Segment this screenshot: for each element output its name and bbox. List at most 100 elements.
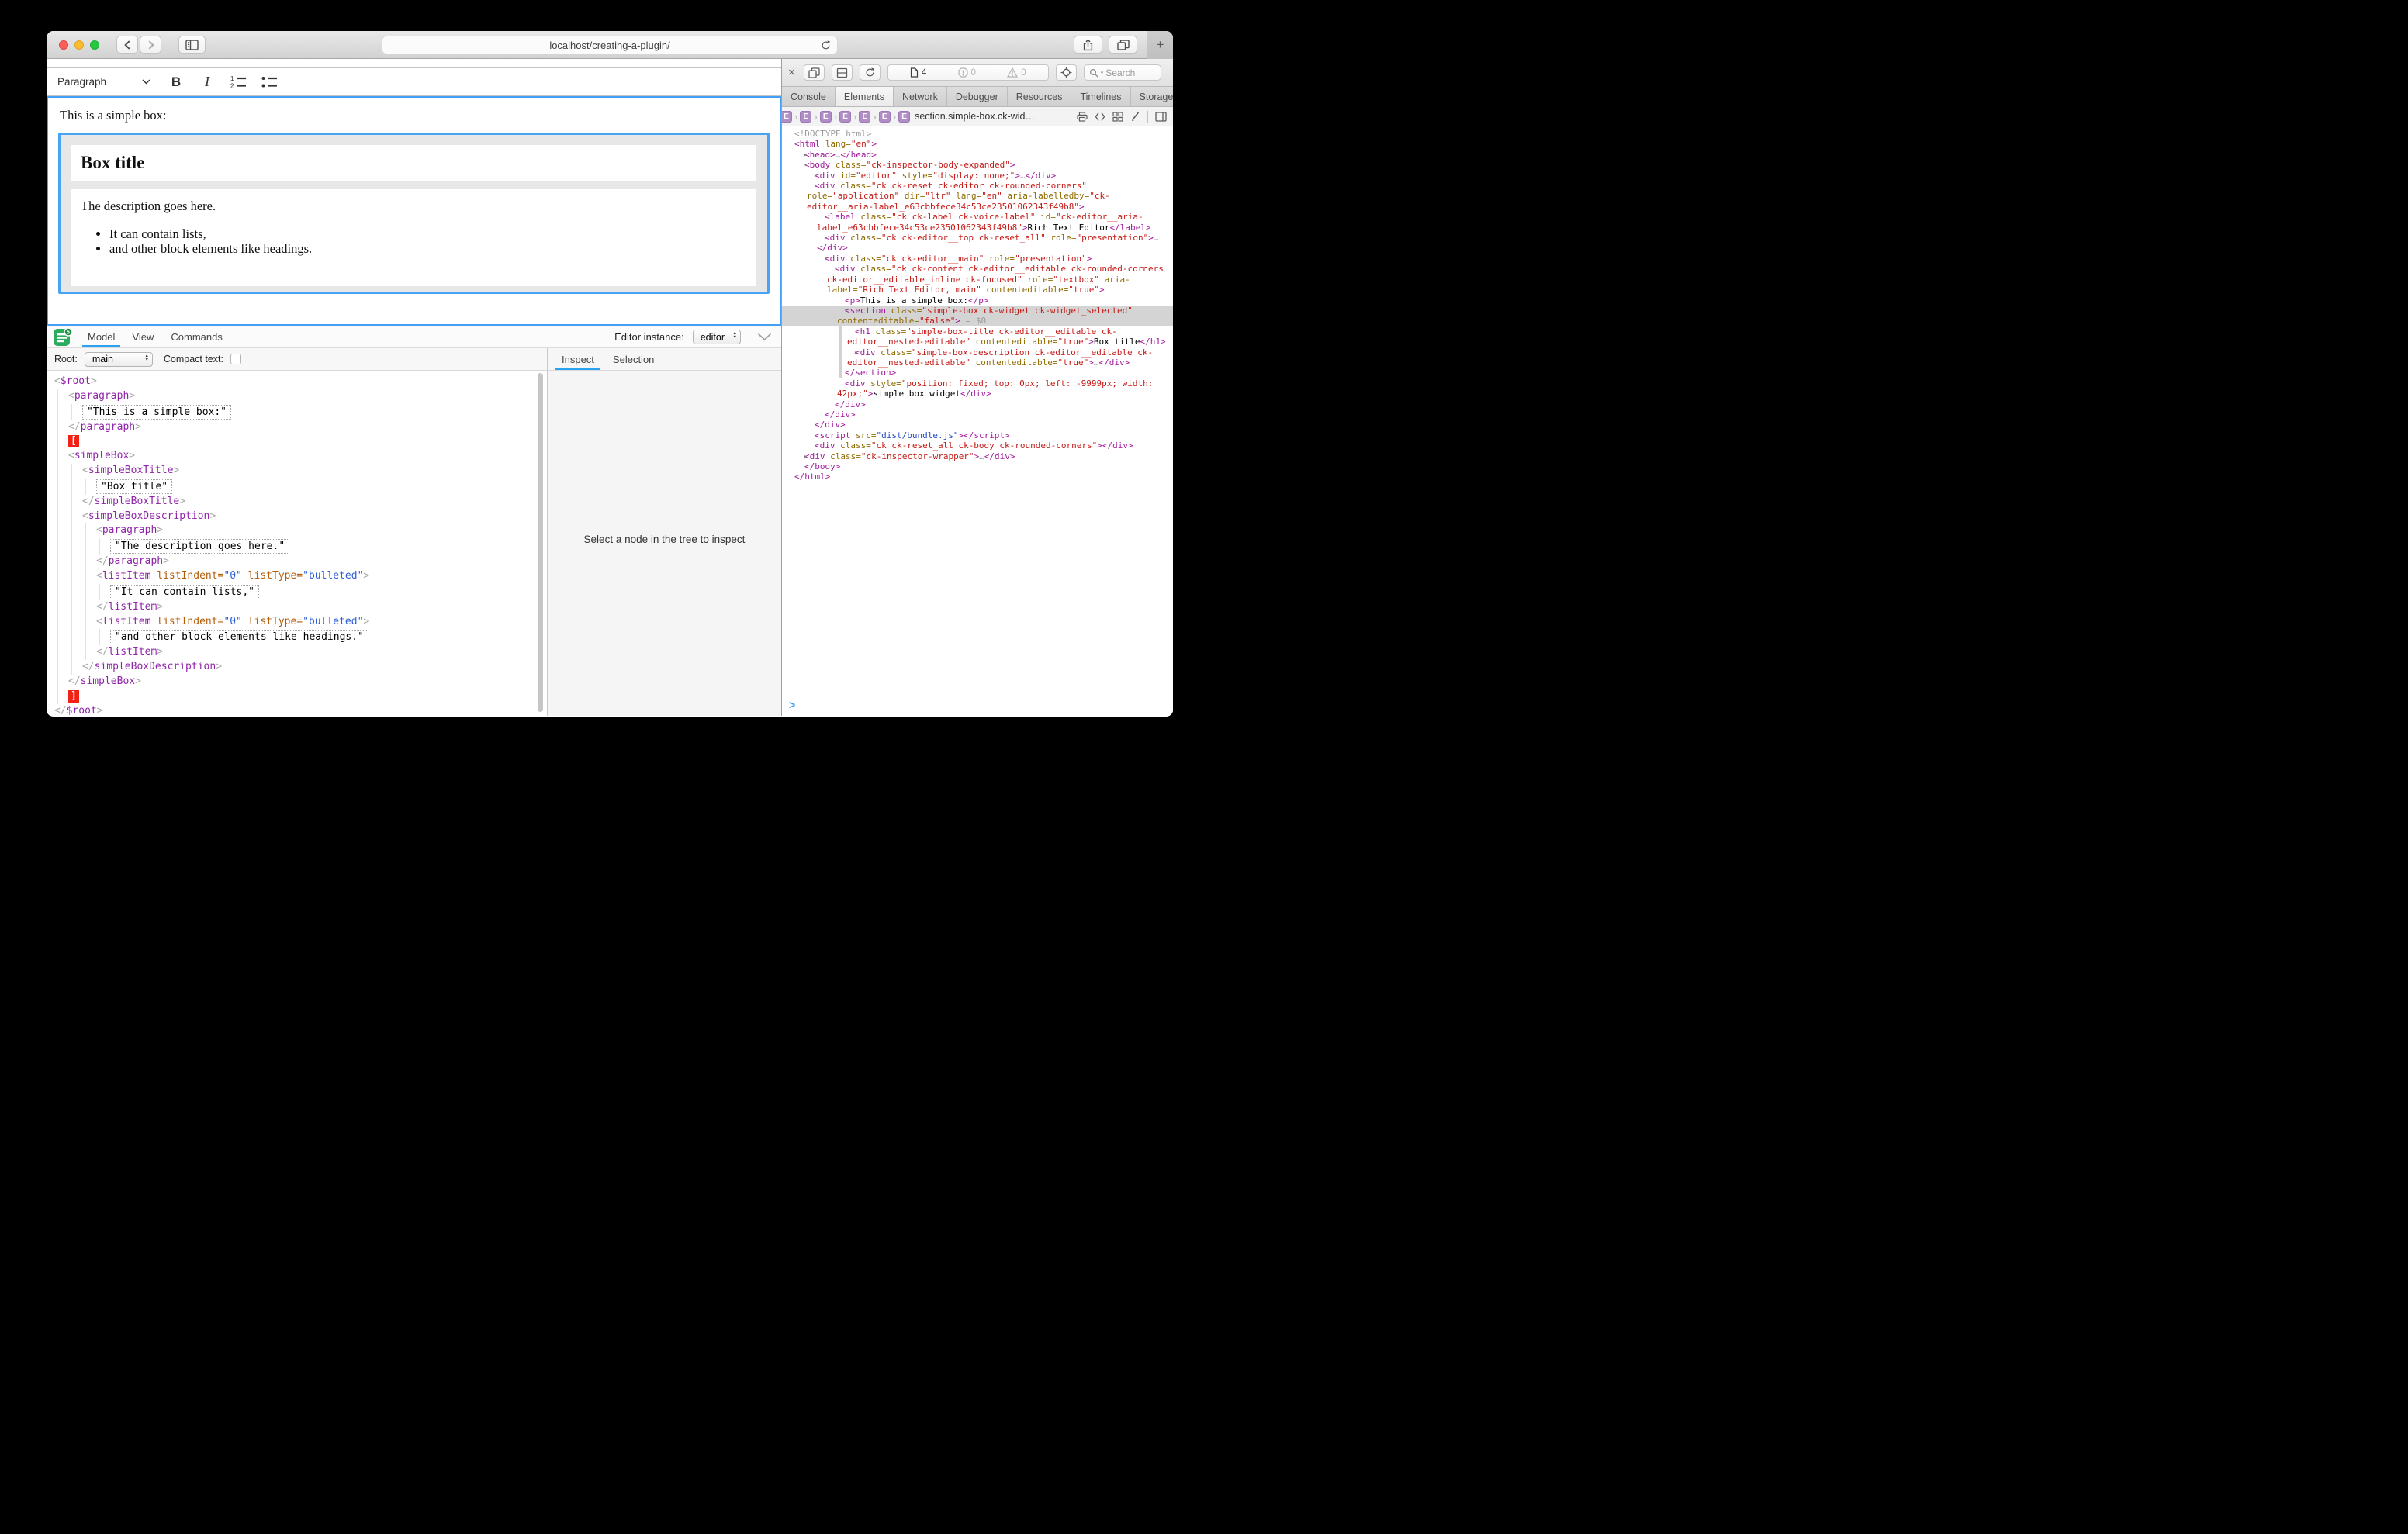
model-tree-row[interactable]: <$root> xyxy=(47,375,547,389)
simple-box-widget[interactable]: Box title The description goes here. It … xyxy=(58,133,770,294)
dom-tree-row-selected[interactable]: ▾<section class="simple-box ck-widget ck… xyxy=(782,306,1173,326)
show-source-icon[interactable] xyxy=(1095,112,1105,122)
reload-icon[interactable] xyxy=(820,40,832,51)
share-button[interactable] xyxy=(1074,36,1102,54)
tab-debugger[interactable]: Debugger xyxy=(947,87,1008,106)
tab-resources[interactable]: Resources xyxy=(1008,87,1072,106)
back-button[interactable] xyxy=(116,36,138,54)
dom-tree-row[interactable]: ▾<div class="ck ck-content ck-editor__ed… xyxy=(782,264,1173,295)
devtools-search-field[interactable]: ▾ Search xyxy=(1084,64,1161,81)
dock-side-button[interactable] xyxy=(832,64,853,81)
breadcrumb-element-badge[interactable]: E xyxy=(820,111,832,123)
minimize-window-button[interactable] xyxy=(74,40,84,50)
address-bar[interactable]: localhost/creating-a-plugin/ xyxy=(382,36,838,54)
dom-tree-row[interactable]: <div class="ck ck-reset_all ck-body ck-r… xyxy=(782,441,1173,451)
compact-text-checkbox[interactable] xyxy=(230,354,241,364)
dom-tree-row[interactable]: </div> xyxy=(782,420,1173,430)
disclosure-open-icon[interactable]: ▾ xyxy=(796,161,808,171)
new-tab-button[interactable]: + xyxy=(1147,31,1173,59)
dom-tree-row[interactable]: </body> xyxy=(782,461,1173,472)
inspector-tab-model[interactable]: Model xyxy=(88,326,115,347)
tab-storage[interactable]: Storage xyxy=(1131,87,1173,106)
model-tree-row[interactable]: <simpleBoxTitle> xyxy=(47,464,547,479)
dom-tree-row[interactable]: ▾<div class="ck ck-editor__main" role="p… xyxy=(782,254,1173,264)
model-tree-row[interactable]: [ xyxy=(47,434,547,449)
model-tree-row[interactable]: </paragraph> xyxy=(47,420,547,435)
dom-tree-row[interactable]: ▾<html lang="en"> xyxy=(782,139,1173,149)
resource-status-button[interactable]: 4 0 xyxy=(887,64,1049,81)
disclosure-closed-icon[interactable]: ▸ xyxy=(816,233,828,244)
collapse-inspector-icon[interactable] xyxy=(757,333,772,341)
model-tree-row[interactable]: </listItem> xyxy=(47,600,547,615)
description-paragraph[interactable]: The description goes here. xyxy=(81,199,747,214)
list-item[interactable]: It can contain lists, xyxy=(109,226,747,241)
model-tree-row[interactable]: </listItem> xyxy=(47,645,547,660)
dom-tree-row[interactable]: </section> xyxy=(782,368,1173,378)
detach-devtools-button[interactable] xyxy=(804,64,825,81)
dom-tree-row[interactable]: <p>This is a simple box:</p> xyxy=(782,295,1173,306)
model-tree-row[interactable]: "The description goes here." xyxy=(47,538,547,555)
dom-tree-row[interactable]: <h1 class="simple-box-title ck-editor__e… xyxy=(782,326,1173,347)
layout-grid-icon[interactable] xyxy=(1112,112,1123,122)
quick-console[interactable]: > xyxy=(782,693,1173,716)
numbered-list-button[interactable]: 1 2 xyxy=(227,71,250,94)
dom-tree-row[interactable]: ▾<div class="ck ck-reset ck-editor ck-ro… xyxy=(782,181,1173,212)
disclosure-open-icon[interactable]: ▾ xyxy=(826,264,838,275)
dom-tree-row[interactable]: ▸<div class="simple-box-description ck-e… xyxy=(782,347,1173,368)
editor-paragraph[interactable]: This is a simple box: xyxy=(60,108,770,123)
breadcrumb-selected-label[interactable]: section.simple-box.ck-wid… xyxy=(915,111,1035,122)
dom-tree-row[interactable]: <!DOCTYPE html> xyxy=(782,129,1173,139)
close-devtools-button[interactable]: × xyxy=(788,66,795,79)
disclosure-open-icon[interactable]: ▾ xyxy=(786,140,797,150)
model-tree-row[interactable]: </paragraph> xyxy=(47,555,547,569)
model-tree-row[interactable]: "Box title" xyxy=(47,479,547,495)
disclosure-open-icon[interactable]: ▾ xyxy=(816,254,828,264)
model-tree-row[interactable]: </$root> xyxy=(47,704,547,716)
model-tree-row[interactable]: "and other block elements like headings.… xyxy=(47,629,547,645)
model-tree-row[interactable]: <listItem listIndent="0" listType="bulle… xyxy=(47,615,547,630)
tab-console[interactable]: Console xyxy=(782,87,836,106)
details-sidebar-toggle-icon[interactable] xyxy=(1155,112,1167,122)
close-window-button[interactable] xyxy=(59,40,68,50)
model-tree-row[interactable]: </simpleBoxDescription> xyxy=(47,660,547,675)
editor-editable-area[interactable]: This is a simple box: Box title The desc… xyxy=(47,96,781,326)
disclosure-open-icon[interactable]: ▾ xyxy=(836,306,848,316)
dom-tree-row[interactable]: ▾<body class="ck-inspector-body-expanded… xyxy=(782,160,1173,170)
disclosure-open-icon[interactable]: ▾ xyxy=(806,181,818,192)
breadcrumb-element-badge[interactable]: E xyxy=(782,111,792,123)
model-tree-row[interactable]: </simpleBoxTitle> xyxy=(47,495,547,510)
root-select[interactable]: main ▲▼ xyxy=(85,352,153,367)
breadcrumb-element-badge[interactable]: E xyxy=(800,111,811,123)
disclosure-closed-icon[interactable]: ▸ xyxy=(846,348,858,358)
dom-tree-row[interactable]: <script src="dist/bundle.js"></script> xyxy=(782,430,1173,441)
selection-tab[interactable]: Selection xyxy=(613,348,654,370)
dom-tree-row[interactable]: </div> xyxy=(782,399,1173,409)
list-item[interactable]: and other block elements like headings. xyxy=(109,241,747,256)
model-tree-row[interactable]: ] xyxy=(47,689,547,704)
italic-button[interactable]: I xyxy=(195,71,219,94)
model-tree-row[interactable]: "This is a simple box:" xyxy=(47,404,547,420)
inspector-tab-commands[interactable]: Commands xyxy=(171,326,222,347)
dom-tree-row[interactable]: ▸<div id="editor" style="display: none;"… xyxy=(782,171,1173,181)
bulleted-list-button[interactable] xyxy=(258,71,281,94)
breadcrumb-element-badge[interactable]: E xyxy=(898,111,910,123)
model-tree-row[interactable]: <paragraph> xyxy=(47,389,547,404)
tab-elements[interactable]: Elements xyxy=(836,87,894,106)
disclosure-closed-icon[interactable]: ▸ xyxy=(806,171,818,181)
dom-tree-row[interactable]: ▸<head>…</head> xyxy=(782,150,1173,160)
disclosure-closed-icon[interactable]: ▸ xyxy=(796,452,808,462)
model-tree-row[interactable]: <paragraph> xyxy=(47,523,547,538)
dom-tree-row[interactable]: </div> xyxy=(782,409,1173,420)
tab-timelines[interactable]: Timelines xyxy=(1071,87,1130,106)
styles-brush-icon[interactable] xyxy=(1130,111,1140,122)
simple-box-title[interactable]: Box title xyxy=(71,145,756,181)
reload-page-button[interactable] xyxy=(860,64,881,81)
tab-overview-button[interactable] xyxy=(1109,36,1137,54)
model-tree-row[interactable]: <simpleBoxDescription> xyxy=(47,510,547,524)
element-picker-button[interactable] xyxy=(1056,64,1077,81)
print-icon[interactable] xyxy=(1077,112,1088,122)
simple-box-description[interactable]: The description goes here. It can contai… xyxy=(71,189,756,286)
paragraph-style-dropdown[interactable]: Paragraph xyxy=(57,76,157,88)
sidebar-toggle-button[interactable] xyxy=(178,36,206,54)
model-tree-row[interactable]: "It can contain lists," xyxy=(47,584,547,600)
